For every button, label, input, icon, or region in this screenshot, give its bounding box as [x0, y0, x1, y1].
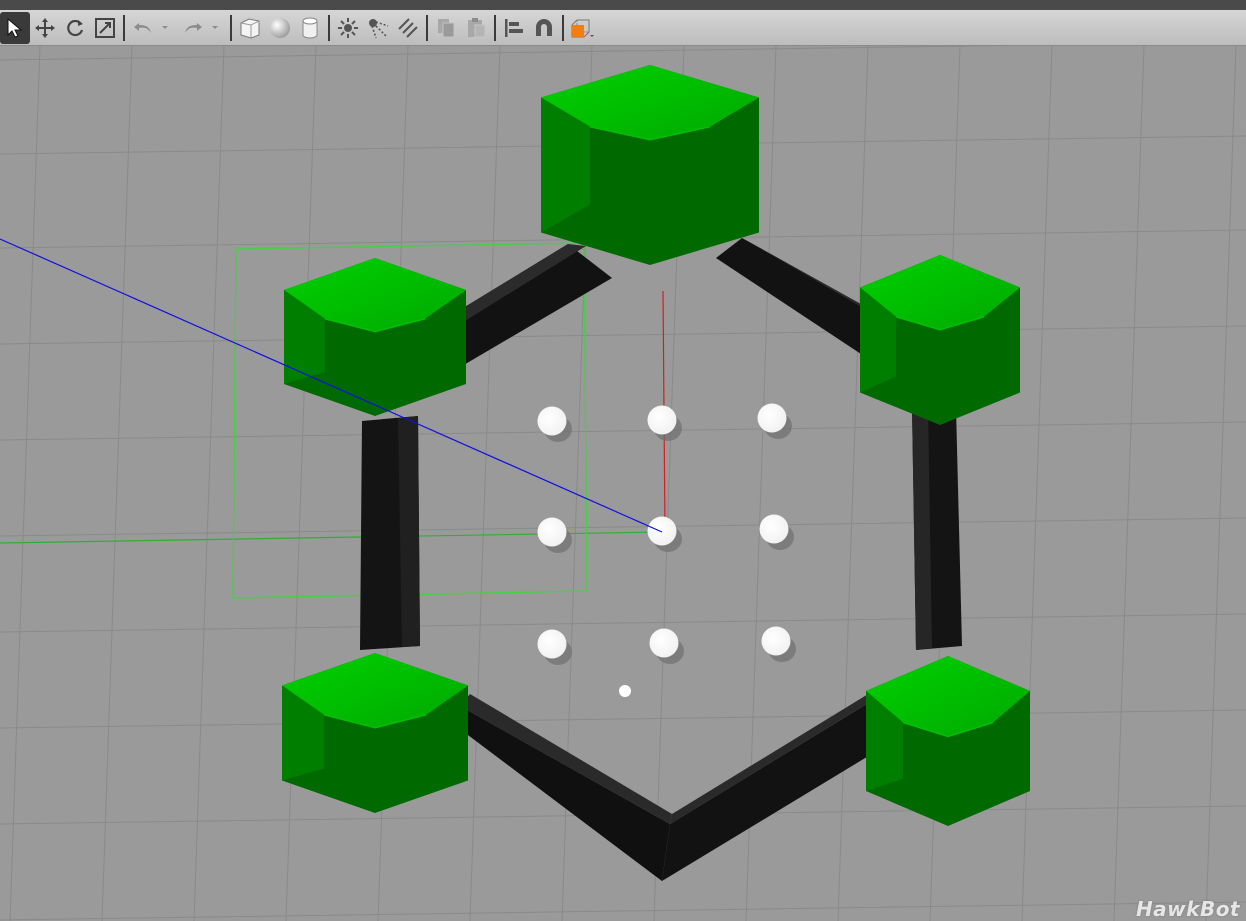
hex-piece-lower-left[interactable] [282, 653, 468, 813]
marker-dot[interactable] [537, 629, 573, 666]
marker-dot-sphere [647, 405, 677, 435]
marker-dot[interactable] [761, 626, 797, 663]
cylinder-icon [302, 17, 318, 38]
box-icon [240, 17, 260, 39]
grid-line-horizontal [0, 709, 1246, 729]
grid-line-vertical [1205, 46, 1237, 921]
toolbar-separator [328, 14, 330, 41]
chevron-down-icon [162, 25, 168, 29]
toolbar-separator [123, 14, 125, 41]
marker-dot[interactable] [537, 517, 573, 554]
paste-icon [468, 17, 486, 37]
marker-dot-sphere [761, 626, 791, 656]
grid-line-vertical [469, 46, 501, 921]
grid-line-horizontal [0, 901, 1246, 921]
redo-icon [185, 22, 202, 33]
paste-button[interactable] [461, 12, 491, 44]
marker-dot[interactable] [647, 405, 683, 442]
grid-line-horizontal [0, 325, 1246, 345]
marker-dot-sphere [537, 517, 567, 547]
marker-dots [537, 403, 797, 697]
grid-line-vertical [101, 46, 133, 921]
hex-piece-lower-right[interactable] [866, 656, 1030, 826]
frame-beam-lower-right [662, 696, 885, 881]
marker-dot-sphere [537, 406, 567, 436]
marker-dot-sphere [759, 514, 789, 544]
sphere-icon [270, 17, 290, 38]
undo-icon [134, 22, 151, 33]
grid-line-vertical [837, 46, 869, 921]
marker-dot-sphere [647, 516, 677, 546]
hex-piece-upper-left[interactable] [284, 258, 466, 416]
view-cube-icon [571, 19, 594, 37]
toolbar-separator [426, 14, 428, 41]
grid-line-vertical [1113, 46, 1145, 921]
spot-light-button[interactable] [363, 12, 393, 44]
scale-icon [95, 17, 115, 38]
align-icon [505, 18, 523, 37]
point-light-button[interactable] [333, 12, 363, 44]
grid-line-horizontal [0, 421, 1246, 441]
toolbar [0, 10, 1246, 46]
scene-canvas[interactable] [0, 46, 1246, 921]
toolbar-separator [494, 14, 496, 41]
translate-mode-button[interactable] [30, 12, 60, 44]
undo-button[interactable] [128, 12, 158, 44]
marker-dot-sphere [537, 629, 567, 659]
hex-piece-top[interactable] [541, 65, 759, 265]
grid-line-horizontal [0, 613, 1246, 633]
watermark-logo: HawkBot [1135, 897, 1240, 921]
window-top-bar [0, 0, 1246, 10]
toolbar-separator [562, 14, 564, 41]
chevron-down-icon [212, 25, 218, 29]
directional-light-button[interactable] [393, 12, 423, 44]
hex-piece-upper-right[interactable] [860, 255, 1020, 425]
redo-button[interactable] [178, 12, 208, 44]
view-angle-button[interactable] [567, 12, 597, 44]
select-mode-button[interactable] [0, 11, 30, 44]
redo-history-dropdown[interactable] [208, 12, 222, 44]
marker-dot-sphere [649, 628, 679, 658]
marker-dot[interactable] [647, 516, 683, 553]
box-shape-button[interactable] [235, 12, 265, 44]
magnet-icon [536, 18, 552, 36]
marker-dot-sphere [757, 403, 787, 433]
rotate-icon [67, 19, 84, 36]
marker-dot[interactable] [649, 628, 685, 665]
grid-line-vertical [9, 46, 41, 921]
marker-dot[interactable] [537, 406, 573, 443]
copy-button[interactable] [431, 12, 461, 44]
cylinder-shape-button[interactable] [295, 12, 325, 44]
point-light-icon [338, 17, 358, 38]
grid-line-vertical [193, 46, 225, 921]
toolbar-separator [230, 14, 232, 41]
sphere-shape-button[interactable] [265, 12, 295, 44]
undo-history-dropdown[interactable] [158, 12, 172, 44]
snap-button[interactable] [529, 12, 559, 44]
arrow-cursor-icon [7, 17, 23, 38]
grid-line-horizontal [0, 517, 1246, 537]
directional-light-icon [398, 17, 418, 38]
scale-mode-button[interactable] [90, 12, 120, 44]
3d-viewport[interactable]: HawkBot [0, 46, 1246, 921]
copy-icon [438, 18, 455, 37]
rotate-mode-button[interactable] [60, 12, 90, 44]
marker-dot[interactable] [759, 514, 795, 551]
align-button[interactable] [499, 12, 529, 44]
move-arrows-icon [35, 17, 55, 38]
small-marker-dot[interactable] [619, 685, 631, 697]
grid-line-horizontal [0, 46, 1004, 61]
spot-light-icon [369, 18, 389, 38]
